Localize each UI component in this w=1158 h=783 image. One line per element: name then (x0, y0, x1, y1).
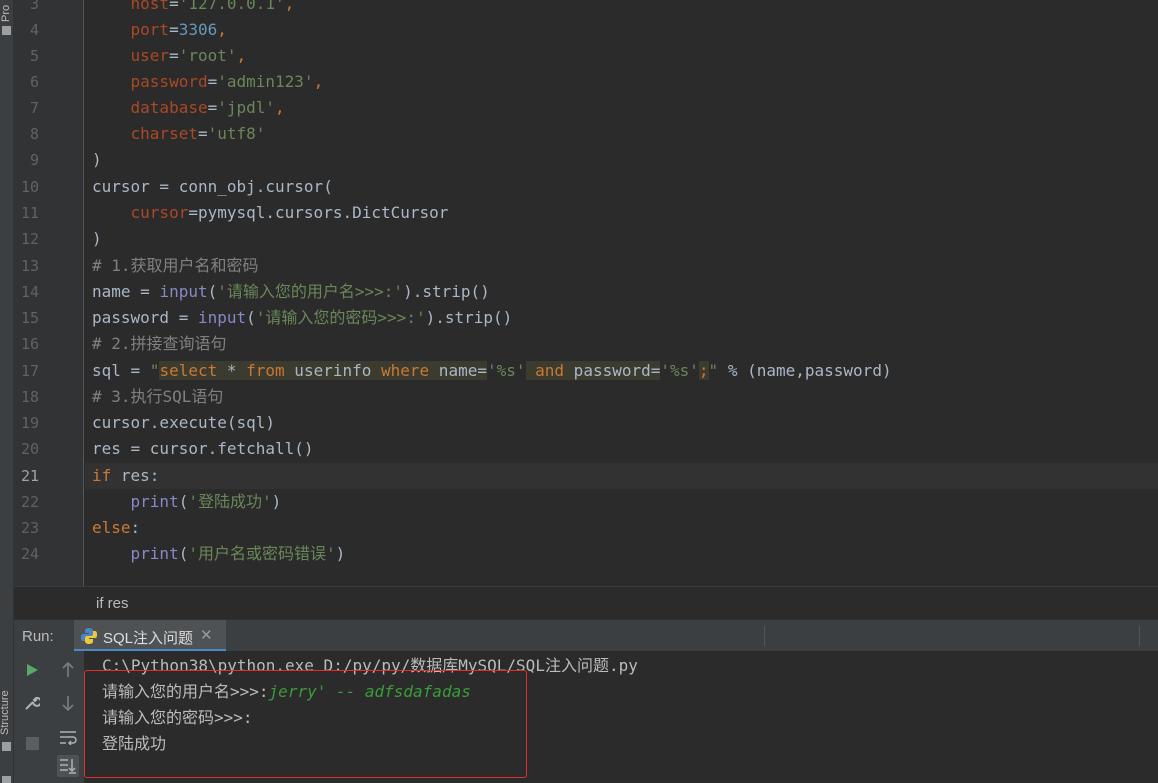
code-line-19: cursor.execute(sql) (92, 413, 276, 432)
code-editor[interactable]: host='127.0.0.1', port=3306, user='root'… (85, 0, 1158, 586)
run-tab-title: SQL注入问题 (103, 630, 194, 647)
code-line-5: user='root', (130, 46, 247, 65)
run-tab-sql-injection[interactable]: SQL注入问题 ✕ (74, 620, 226, 652)
line-number: 24 (20, 545, 39, 563)
structure-tool-label[interactable]: Structure (0, 690, 11, 735)
arrow-up-icon[interactable] (57, 659, 79, 681)
line-number: 6 (29, 73, 39, 91)
code-line-11: cursor=pymysql.cursors.DictCursor (130, 203, 449, 222)
header-divider (1139, 626, 1140, 646)
code-line-23: else: (92, 518, 141, 537)
code-line-12: ) (92, 229, 102, 248)
code-line-22: print('登陆成功') (130, 492, 282, 511)
python-icon (81, 628, 97, 644)
line-number: 12 (20, 230, 39, 248)
soft-wrap-icon[interactable] (57, 726, 79, 748)
favorites-icon[interactable] (2, 776, 11, 783)
rerun-play-icon[interactable] (21, 659, 43, 681)
line-number: 8 (29, 125, 39, 143)
line-number: 11 (20, 204, 39, 222)
close-icon[interactable]: ✕ (200, 626, 213, 644)
line-number: 19 (20, 414, 39, 432)
line-number: 23 (20, 519, 39, 537)
code-line-6: password='admin123', (130, 72, 324, 91)
line-number: 10 (20, 178, 39, 196)
code-line-14: name = input('请输入您的用户名>>>:').strip() (92, 282, 490, 301)
line-number: 9 (29, 151, 39, 169)
code-line-7: database='jpdl', (130, 98, 285, 117)
code-line-16: # 2.拼接查询语句 (92, 334, 227, 353)
highlight-box (84, 670, 527, 778)
code-line-20: res = cursor.fetchall() (92, 439, 314, 458)
line-number: 13 (20, 257, 39, 275)
line-number: 21 (20, 467, 39, 485)
line-number: 20 (20, 440, 39, 458)
code-line-24: print('用户名或密码错误') (130, 544, 346, 563)
header-divider (764, 626, 765, 646)
code-line-4: port=3306, (130, 20, 227, 39)
structure-icon[interactable] (2, 742, 11, 751)
run-toolbar (14, 651, 84, 783)
code-line-17: sql = "select * from userinfo where name… (92, 361, 892, 380)
code-line-8: charset='utf8' (130, 124, 266, 143)
line-number: 17 (20, 362, 39, 380)
current-line-highlight (85, 463, 1158, 489)
line-number: 3 (29, 0, 39, 13)
wrench-icon[interactable] (21, 692, 43, 714)
code-line-21: if res: (92, 466, 160, 485)
line-number: 15 (20, 309, 39, 327)
code-line-13: # 1.获取用户名和密码 (92, 256, 259, 275)
line-number: 22 (20, 493, 39, 511)
stop-icon[interactable] (21, 732, 43, 754)
code-line-15: password = input('请输入您的密码>>>:').strip() (92, 308, 513, 327)
line-number: 16 (20, 335, 39, 353)
scroll-to-end-icon[interactable] (57, 755, 79, 777)
line-number: 4 (29, 21, 39, 39)
breadcrumb-item[interactable]: if res (96, 595, 129, 612)
code-line-3: host='127.0.0.1', (130, 0, 295, 13)
line-number: 18 (20, 388, 39, 406)
code-line-18: # 3.执行SQL语句 (92, 387, 224, 406)
code-line-9: ) (92, 150, 102, 169)
line-number-gutter: 3 4 5 6 7 8 9 10 11 12 13 14 15 16 17 18 19 20 21 22 23 24 (14, 0, 84, 586)
run-panel-header: Run: SQL注入问题 ✕ (14, 619, 1158, 652)
code-line-10: cursor = conn_obj.cursor( (92, 177, 333, 196)
run-label: Run: (22, 628, 54, 645)
line-number: 7 (29, 99, 39, 117)
arrow-down-icon[interactable] (57, 692, 79, 714)
line-number: 5 (29, 47, 39, 65)
breadcrumb[interactable]: if res (14, 586, 1158, 619)
line-number: 14 (20, 283, 39, 301)
